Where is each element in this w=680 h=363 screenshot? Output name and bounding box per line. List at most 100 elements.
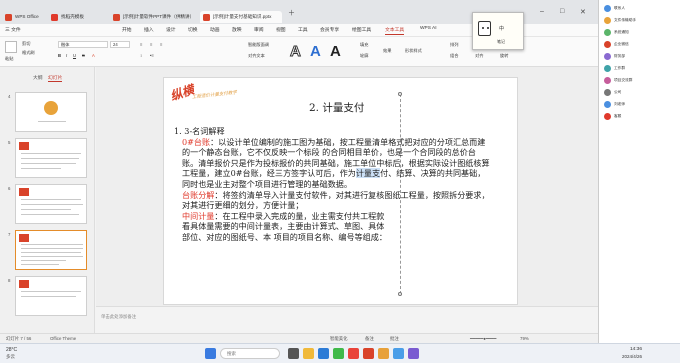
bold-icon[interactable]: B <box>58 53 61 58</box>
menu-drawing-tools[interactable]: 绘图工具 <box>352 26 371 33</box>
tab-document-active[interactable]: [示例]计量支付基础知识.pptx <box>200 11 282 23</box>
menu-insert[interactable]: 插入 <box>144 26 154 33</box>
slide-body-textbox[interactable]: 1. 3-名词解释 0#台账：以设计单位编制的施工图为基础，按工程量清单格式把对… <box>174 126 490 243</box>
windows-taskbar: 28°C 多云 搜索 14:36 2024/4/26 <box>0 343 680 363</box>
menu-design[interactable]: 设计 <box>166 26 176 33</box>
app-icon[interactable] <box>408 348 419 359</box>
side-item[interactable]: 财务部 <box>604 52 679 63</box>
maximize-icon[interactable]: □ <box>560 8 564 15</box>
side-item[interactable]: 工作群 <box>604 64 679 75</box>
slide-thumbnail[interactable] <box>15 138 87 178</box>
wechat-icon[interactable] <box>333 348 344 359</box>
cut-button[interactable]: 剪切 <box>22 41 30 47</box>
side-item[interactable]: 联系人 <box>604 4 679 15</box>
weather-temp[interactable]: 28°C <box>6 347 17 353</box>
underline-icon[interactable]: U <box>73 53 76 58</box>
app-icon[interactable] <box>378 348 389 359</box>
menu-slideshow[interactable]: 放映 <box>232 26 242 33</box>
theme-name[interactable]: Office Theme <box>50 334 76 343</box>
side-item[interactable]: 系统通知 <box>604 28 679 39</box>
font-name-select[interactable]: 楷体 <box>58 41 108 48</box>
start-icon[interactable] <box>205 348 216 359</box>
menu-tools[interactable]: 工具 <box>298 26 308 33</box>
rotate-button[interactable]: 旋转 <box>500 53 508 59</box>
line-spacing-icon[interactable]: ↕ <box>140 53 142 58</box>
minimize-icon[interactable]: – <box>540 8 544 15</box>
side-item[interactable]: 公司 <box>604 88 679 99</box>
close-icon[interactable]: ✕ <box>580 8 586 16</box>
font-size-select[interactable]: 24 <box>110 41 130 48</box>
edge-icon[interactable] <box>318 348 329 359</box>
resize-handle[interactable] <box>398 292 402 296</box>
tab-templates[interactable]: 找稻壳模板 <box>48 11 108 23</box>
side-item[interactable]: 刘老师 <box>604 100 679 111</box>
menu-text-tools[interactable]: 文本工具 <box>385 26 405 35</box>
notes-area[interactable]: 单击此处添加备注 <box>96 306 598 333</box>
menu-home[interactable]: 开始 <box>122 26 132 33</box>
clock-date[interactable]: 2024/4/26 <box>622 354 642 359</box>
slide-thumbnail-selected[interactable] <box>15 230 87 270</box>
side-item[interactable]: 文件传输助手 <box>604 16 679 27</box>
weather-desc: 多云 <box>6 354 15 359</box>
tab-slides[interactable]: 幻灯片 <box>48 74 63 82</box>
zoom-slider[interactable]: ━━━━━●━━━━ <box>470 334 496 343</box>
text-style-outline-icon[interactable]: A <box>290 44 302 60</box>
group-button[interactable]: 组合 <box>450 53 458 59</box>
slide-thumbnail[interactable] <box>15 184 87 224</box>
slide-thumbnail[interactable] <box>15 92 87 132</box>
avatar <box>604 41 611 48</box>
text-style-blue-icon[interactable]: A <box>310 44 321 59</box>
zoom-level[interactable]: 79% <box>520 334 529 343</box>
resize-handle[interactable] <box>398 92 402 96</box>
fill-button[interactable]: 填充 <box>360 42 368 48</box>
smart-format-button[interactable]: 智能版面调 <box>248 42 269 48</box>
tab-outline[interactable]: 大纲 <box>33 74 43 81</box>
ppt-icon[interactable] <box>363 348 374 359</box>
font-color-icon[interactable]: A <box>92 53 95 58</box>
task-view-icon[interactable] <box>288 348 299 359</box>
side-item[interactable]: 项目交流群 <box>604 76 679 87</box>
clock-time[interactable]: 14:36 <box>630 347 642 352</box>
paste-icon[interactable] <box>5 41 17 53</box>
current-slide[interactable]: 纵横 工程造价计量支付教学 2. 计量支付 1. 3-名词解释 0#台账：以设计… <box>163 77 518 305</box>
outline-button[interactable]: 轮廓 <box>360 53 368 59</box>
search-box[interactable]: 搜索 <box>220 348 280 359</box>
notes-toggle[interactable]: 备注 <box>365 334 374 343</box>
paste-button[interactable]: 粘贴 <box>5 56 13 62</box>
comments-toggle[interactable]: 批注 <box>390 334 399 343</box>
tab-document-1[interactable]: [示例]计量软件PPT课件（供精讲） <box>110 11 198 23</box>
new-tab-icon[interactable]: ＋ <box>288 8 295 18</box>
menu-member[interactable]: 会员专享 <box>320 26 339 33</box>
text-align-button[interactable]: 对齐文本 <box>248 53 265 59</box>
text-style-dark-icon[interactable]: A <box>330 44 341 59</box>
avatar <box>604 77 611 84</box>
menu-wps-ai[interactable]: WPS AI <box>420 26 437 31</box>
app-icon[interactable] <box>393 348 404 359</box>
align-left-icon[interactable]: ≡ <box>140 42 142 47</box>
slide-thumbnail-pane: 大纲 幻灯片 4 5 6 7 8 <box>0 67 95 333</box>
side-item[interactable]: 客服 <box>604 112 679 123</box>
align-right-icon[interactable]: ≡ <box>160 42 162 47</box>
italic-icon[interactable]: I <box>66 53 67 58</box>
sticky-note-widget[interactable]: 中 笔记 <box>472 12 524 50</box>
slide-title[interactable]: 2. 计量支付 <box>309 100 364 115</box>
bullets-icon[interactable]: •≡ <box>150 53 154 58</box>
menu-transition[interactable]: 切换 <box>188 26 198 33</box>
menu-animation[interactable]: 动画 <box>210 26 220 33</box>
menu-view[interactable]: 视图 <box>276 26 286 33</box>
format-painter-button[interactable]: 格式刷 <box>22 50 35 56</box>
shape-style-button[interactable]: 形状样式 <box>405 48 422 54</box>
slide-thumbnail[interactable] <box>15 276 87 316</box>
menu-file[interactable]: 三 文件 <box>5 26 21 33</box>
tab-wps-home[interactable]: WPS Office <box>2 11 46 23</box>
strikethrough-icon[interactable]: S <box>82 53 85 58</box>
side-item[interactable]: 企业微信 <box>604 40 679 51</box>
align-center-icon[interactable]: ≡ <box>150 42 152 47</box>
smart-beautify-button[interactable]: 智能美化 <box>330 334 348 343</box>
align-button[interactable]: 对齐 <box>475 53 483 59</box>
arrange-button[interactable]: 排列 <box>450 42 458 48</box>
text-effect-button[interactable]: 效果 <box>383 48 391 54</box>
menu-review[interactable]: 审阅 <box>254 26 264 33</box>
wps-icon[interactable] <box>348 348 359 359</box>
file-explorer-icon[interactable] <box>303 348 314 359</box>
